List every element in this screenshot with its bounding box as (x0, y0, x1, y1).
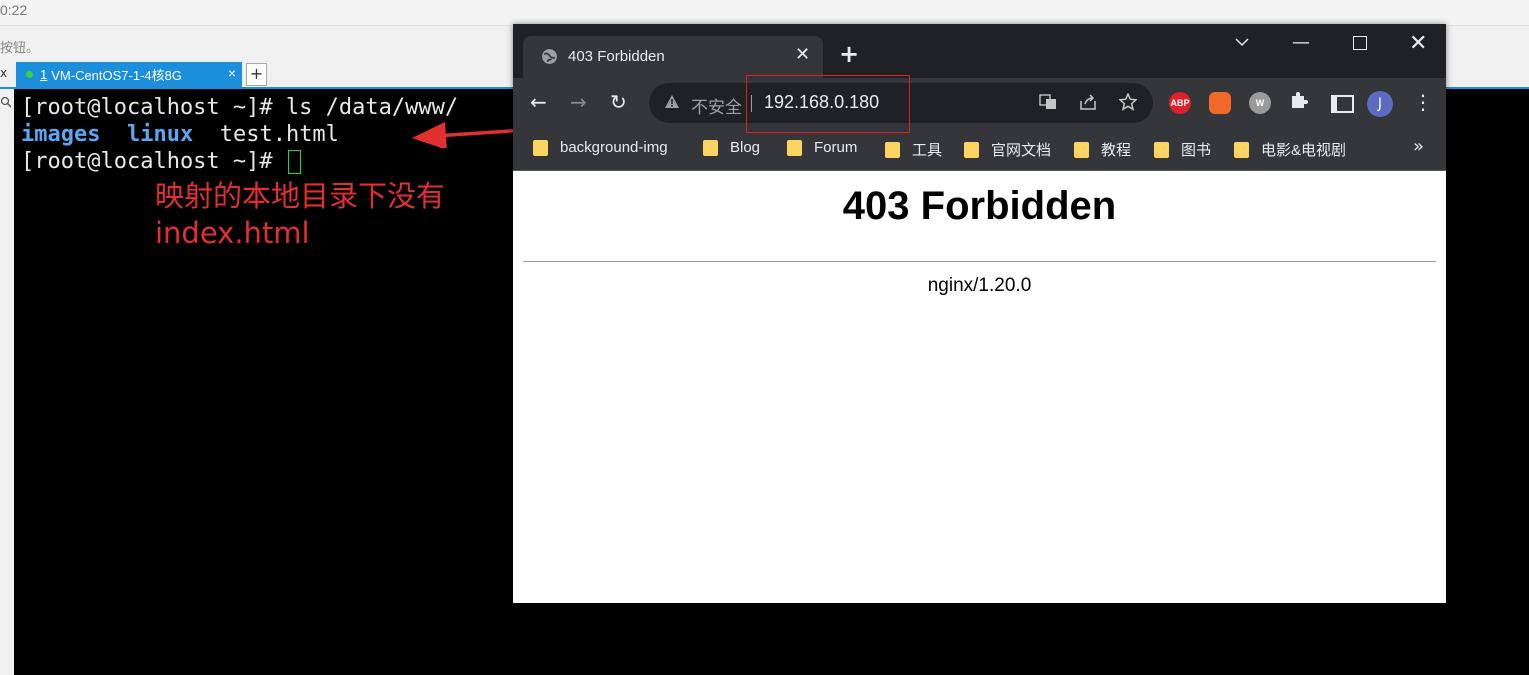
terminal-line: [root@localhost ~]# (21, 149, 301, 174)
bookmark-item[interactable]: 工具 (885, 139, 942, 160)
terminal-line: images linux test.html (21, 122, 339, 147)
close-icon[interactable]: x (0, 66, 7, 80)
server-signature: nginx/1.20.0 (927, 275, 1032, 296)
terminal-prompt: [root@localhost ~]# (21, 149, 286, 174)
folder-icon (964, 141, 979, 158)
bookmark-item[interactable]: 图书 (1154, 139, 1211, 160)
browser-title-bar: 403 Forbidden ✕ + — ✕ (513, 24, 1446, 78)
connected-status-icon (26, 71, 33, 78)
bookmark-item[interactable]: Blog (703, 139, 760, 156)
bookmark-star-icon[interactable] (1118, 92, 1138, 116)
menu-icon[interactable]: ⋮ (1413, 90, 1433, 114)
minimize-button[interactable]: — (1292, 32, 1310, 53)
close-icon[interactable]: ✕ (795, 44, 810, 65)
annotation-text: 映射的本地目录下没有 index.html (155, 178, 445, 252)
bookmark-label: 电影&电视剧 (1261, 142, 1347, 159)
browser-toolbar: ← → ↻ 不安全 192.168.0.180 ABP W J ⋮ (513, 78, 1446, 128)
browser-tab[interactable]: 403 Forbidden ✕ (523, 36, 823, 78)
bookmark-label: 工具 (912, 142, 943, 159)
annotation-line: index.html (155, 216, 310, 250)
w-extension-icon[interactable]: W (1249, 92, 1271, 114)
adblock-extension-icon[interactable]: ABP (1169, 92, 1191, 114)
folder-icon (1154, 141, 1169, 158)
terminal-cursor (287, 150, 301, 174)
terminal-tab-label: VM-CentOS7-1-4核8G (51, 68, 182, 83)
divider (523, 261, 1436, 262)
maximize-button[interactable] (1353, 36, 1367, 50)
avatar[interactable]: J (1367, 91, 1393, 117)
reload-button[interactable]: ↻ (610, 90, 627, 114)
bookmark-label: Blog (730, 139, 761, 156)
folder-icon (885, 141, 900, 158)
page-title: 403 Forbidden (842, 184, 1117, 228)
folder-icon (533, 139, 548, 156)
directory-entry: images (21, 122, 101, 147)
window-close-button[interactable]: ✕ (1409, 31, 1427, 56)
bookmark-label: 官网文档 (991, 142, 1052, 159)
search-icon[interactable] (0, 96, 12, 111)
page-content: 403 Forbidden nginx/1.20.0 (513, 171, 1446, 603)
warning-icon[interactable] (664, 94, 680, 110)
left-gutter (0, 89, 14, 675)
globe-icon (542, 49, 557, 64)
terminal-tab[interactable]: 1 VM-CentOS7-1-4核8G × (16, 62, 242, 87)
share-icon[interactable] (1079, 93, 1097, 116)
back-button[interactable]: ← (530, 90, 547, 114)
add-tab-button[interactable]: + (246, 63, 267, 86)
bookmark-label: 图书 (1181, 142, 1212, 159)
file-entry: test.html (219, 122, 339, 147)
bookmark-item[interactable]: 教程 (1074, 139, 1131, 160)
terminal-line: [root@localhost ~]# ls /data/www/ (21, 95, 459, 120)
close-icon[interactable]: × (228, 65, 236, 81)
puzzle-icon[interactable] (1289, 90, 1311, 112)
host-time-text: 0:22 (0, 2, 28, 18)
bookmark-item[interactable]: 官网文档 (964, 139, 1051, 160)
new-tab-button[interactable]: + (839, 40, 859, 68)
bookmark-label: Forum (814, 139, 858, 156)
bookmarks-overflow-button[interactable]: » (1413, 136, 1424, 157)
bookmarks-bar: background-img Blog Forum 工具 官网文档 教程 图书 … (513, 128, 1446, 171)
host-hint-text: 按钮。 (0, 40, 40, 55)
folder-icon (1234, 141, 1249, 158)
forward-button[interactable]: → (570, 90, 587, 114)
folder-icon (787, 139, 802, 156)
extension-icon[interactable] (1209, 92, 1231, 114)
bookmark-label: background-img (560, 139, 668, 156)
terminal-tab-number: 1 (40, 67, 48, 82)
bookmark-label: 教程 (1101, 142, 1132, 159)
bookmark-item[interactable]: 电影&电视剧 (1234, 139, 1346, 160)
insecure-label[interactable]: 不安全 (691, 93, 742, 118)
url-highlight-box (746, 75, 910, 133)
browser-window: 403 Forbidden ✕ + — ✕ ← → ↻ 不安全 192.168.… (513, 24, 1446, 603)
folder-icon (1074, 141, 1089, 158)
host-title-bar (0, 0, 1529, 26)
chevron-down-icon[interactable] (1234, 34, 1250, 50)
annotation-line: 映射的本地目录下没有 (155, 179, 446, 213)
bookmark-item[interactable]: Forum (787, 139, 857, 156)
directory-entry: linux (126, 122, 194, 147)
translate-icon[interactable] (1039, 93, 1057, 116)
side-panel-icon[interactable] (1331, 95, 1354, 113)
folder-icon (703, 139, 718, 156)
bookmark-item[interactable]: background-img (533, 139, 668, 156)
browser-tab-title: 403 Forbidden (568, 48, 665, 65)
